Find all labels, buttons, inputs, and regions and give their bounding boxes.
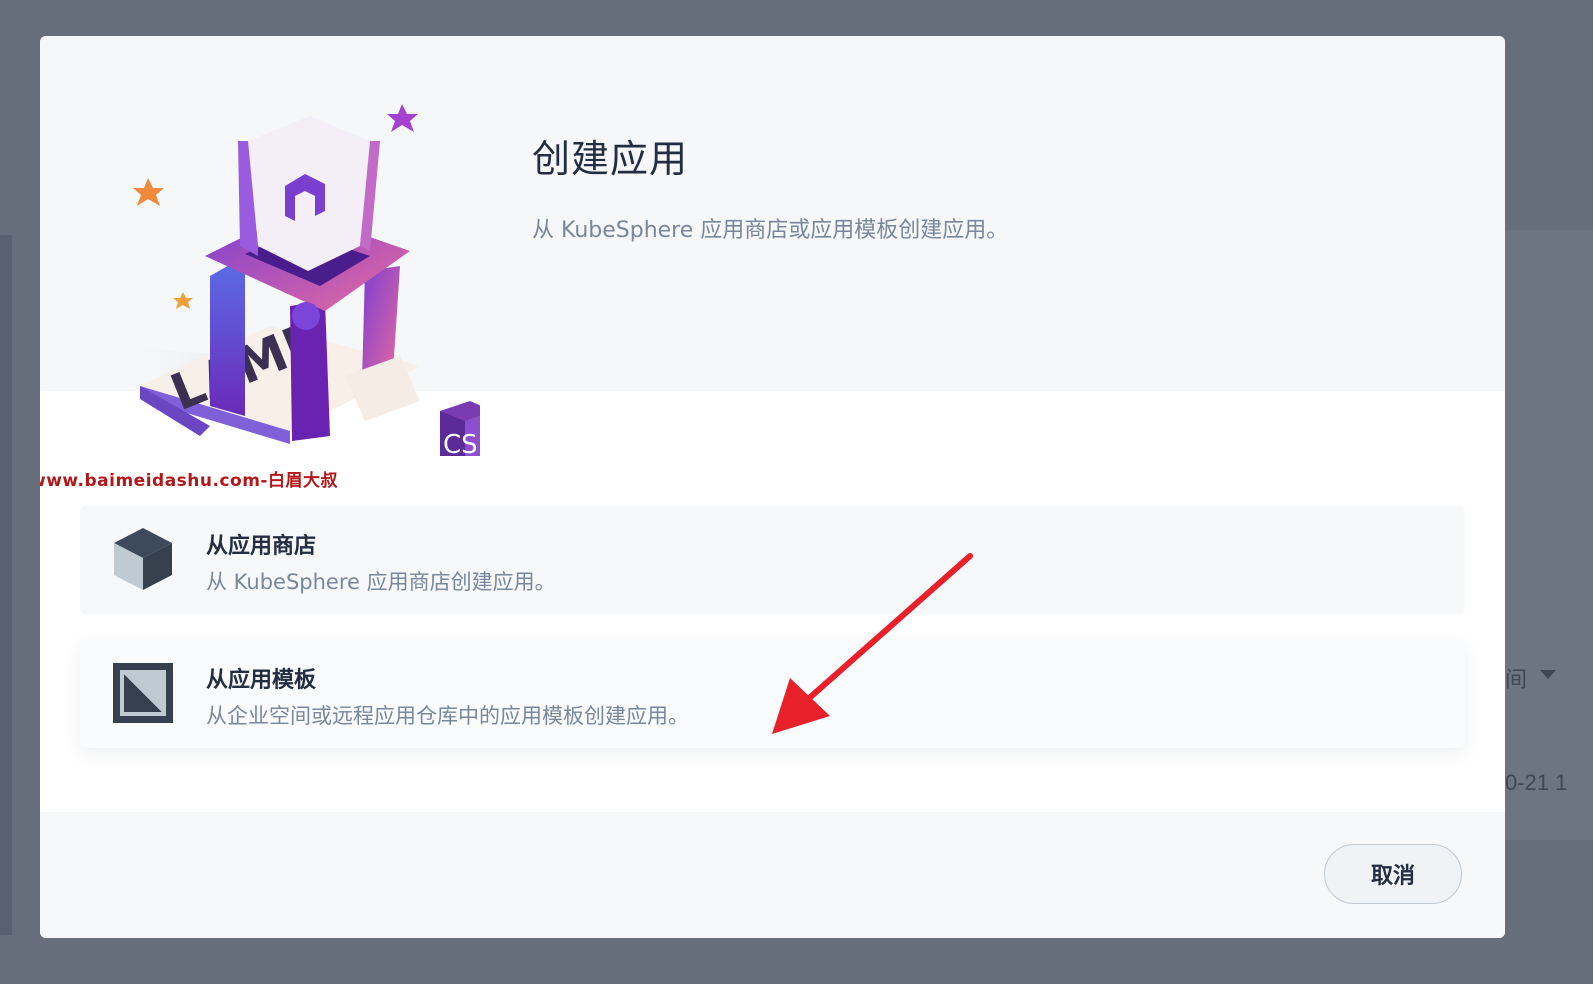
page-subtitle: 从 KubeSphere 应用商店或应用模板创建应用。	[532, 218, 1009, 243]
chevron-down-icon	[1540, 670, 1556, 679]
page-title: 创建应用	[532, 137, 689, 181]
background-panel-left	[0, 235, 12, 935]
cube-icon	[114, 528, 172, 590]
option-description: 从企业空间或远程应用仓库中的应用模板创建应用。	[206, 704, 689, 728]
modal-footer: 取消	[40, 812, 1505, 938]
star-icon	[387, 104, 418, 132]
cancel-button[interactable]: 取消	[1324, 844, 1462, 904]
star-icon	[173, 292, 193, 309]
svg-text:CS: CS	[443, 430, 478, 456]
background-panel-right	[1505, 230, 1593, 840]
lamp-illustration: LAMP CS	[80, 104, 480, 456]
watermark: www.baimeidashu.com-白眉大叔	[40, 471, 338, 491]
background-date-fragment: 0-21 1	[1505, 770, 1568, 795]
star-icon	[133, 178, 164, 206]
option-app-template[interactable]: 从应用模板 从企业空间或远程应用仓库中的应用模板创建应用。	[80, 640, 1465, 748]
option-app-store[interactable]: 从应用商店 从 KubeSphere 应用商店创建应用。	[80, 506, 1465, 614]
create-app-modal: LAMP CS 创建应用 从 KubeSphere 应用商店或应用模板创建应用。…	[40, 36, 1505, 938]
background-filter-label: 间	[1505, 667, 1528, 692]
option-title: 从应用模板	[206, 668, 317, 693]
template-icon	[113, 663, 173, 723]
option-title: 从应用商店	[206, 534, 317, 559]
option-description: 从 KubeSphere 应用商店创建应用。	[206, 570, 556, 594]
